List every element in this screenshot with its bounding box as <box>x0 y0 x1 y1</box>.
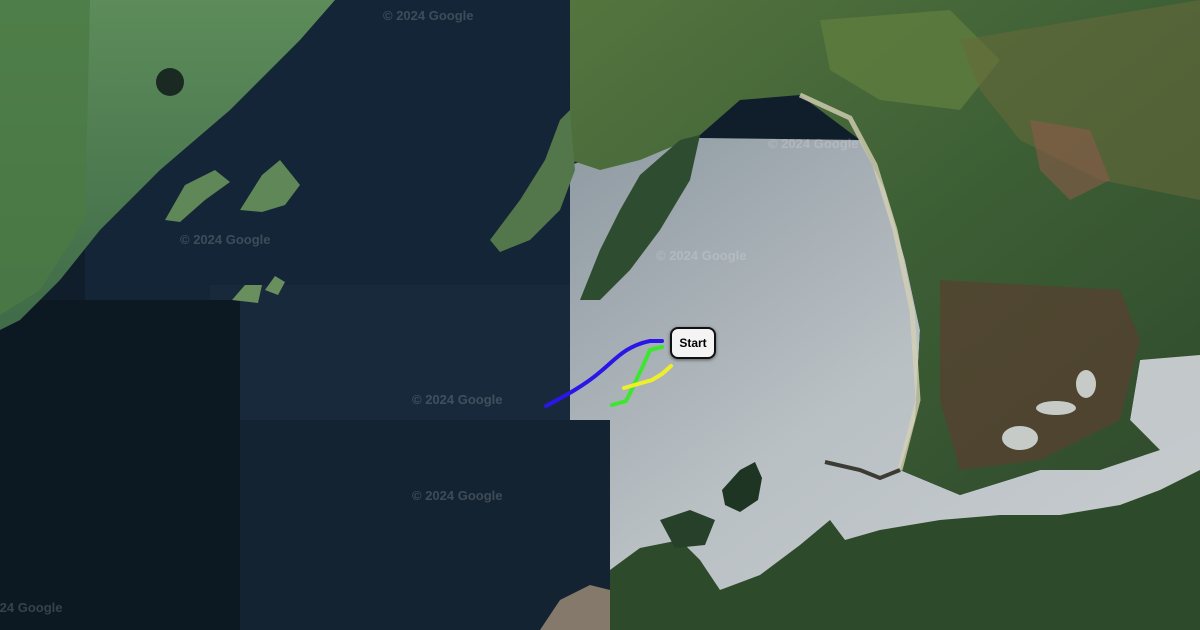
satellite-map[interactable]: © 2024 Google © 2024 Google © 2024 Googl… <box>0 0 1200 630</box>
lochan <box>1076 370 1096 398</box>
lochan <box>1002 426 1038 450</box>
water-tile-lower <box>230 420 610 630</box>
start-marker[interactable]: Start <box>670 327 716 359</box>
water-tile-left <box>0 300 240 630</box>
water-tile-mid <box>210 285 570 425</box>
small-loch <box>156 68 184 96</box>
lochan <box>1036 401 1076 415</box>
map-imagery <box>0 0 1200 630</box>
